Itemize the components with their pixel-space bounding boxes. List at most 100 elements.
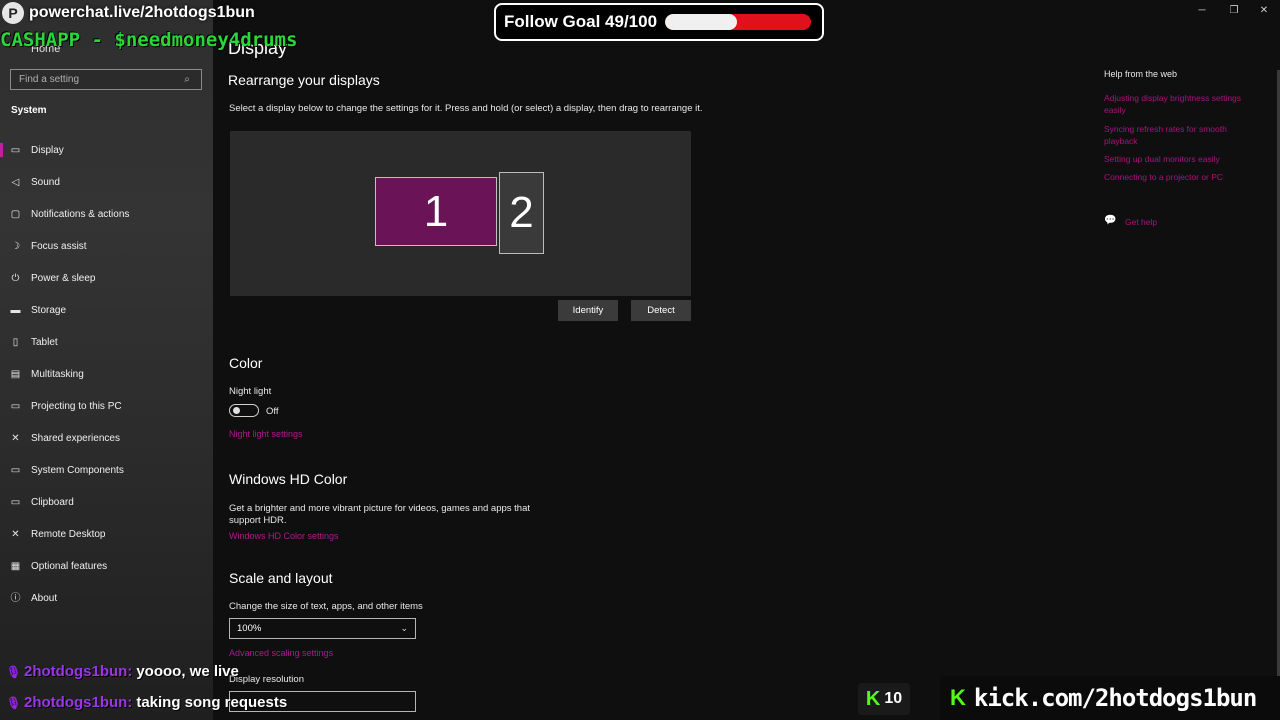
help-link-brightness[interactable]: Adjusting display brightness settings ea… xyxy=(1104,92,1256,116)
chat-bubble-icon: 💬 xyxy=(1104,215,1117,226)
chat-message: 🎙 2hotdogs1bun: taking song requests xyxy=(6,694,287,711)
help-link-text[interactable]: playback xyxy=(1104,136,1138,146)
color-title: Color xyxy=(229,355,263,371)
kick-viewer-count: K 10 xyxy=(858,683,910,715)
sidebar-item-remote-desktop[interactable]: ✕ Remote Desktop xyxy=(0,518,213,550)
sidebar-item-multitasking[interactable]: ▤ Multitasking xyxy=(0,358,213,390)
follow-goal-widget: Follow Goal 49/100 xyxy=(494,3,824,41)
notification-icon: ▢ xyxy=(10,208,21,220)
kick-url-banner: K kick.com/2hotdogs1bun xyxy=(940,676,1280,720)
sidebar-item-label: Remote Desktop xyxy=(31,528,106,540)
help-link-text[interactable]: easily xyxy=(1104,105,1126,115)
sidebar-item-system-components[interactable]: ▭ System Components xyxy=(0,454,213,486)
power-icon: ⏻ xyxy=(11,272,20,284)
chat-text: yoooo, we live xyxy=(136,663,239,680)
sidebar-item-focus-assist[interactable]: ☽ Focus assist xyxy=(0,230,213,262)
detect-button[interactable]: Detect xyxy=(631,300,691,321)
sidebar-item-about[interactable]: ⓘ About xyxy=(0,582,213,614)
sidebar-item-storage[interactable]: ▬ Storage xyxy=(0,294,213,326)
sidebar-item-power-sleep[interactable]: ⏻ Power & sleep xyxy=(0,262,213,294)
sidebar-item-projecting-to-this-pc[interactable]: ▭ Projecting to this PC xyxy=(0,390,213,422)
night-light-settings-link[interactable]: Night light settings xyxy=(229,429,303,439)
search-input[interactable]: Find a setting xyxy=(19,74,181,85)
sidebar-item-label: Focus assist xyxy=(31,240,87,252)
sidebar-item-sound[interactable]: ◁ Sound xyxy=(0,166,213,198)
chat-message: 🎙 2hotdogs1bun: yoooo, we live xyxy=(6,663,239,680)
kick-logo-icon: K xyxy=(950,685,966,710)
chat-username: 2hotdogs1bun: xyxy=(24,663,133,680)
sidebar-item-label: Multitasking xyxy=(31,368,84,380)
resolution-label: Display resolution xyxy=(229,674,304,685)
rearrange-description: Select a display below to change the set… xyxy=(229,103,703,114)
features-icon: ▦ xyxy=(10,560,21,572)
powerchat-logo-icon: P xyxy=(2,2,24,24)
sidebar-item-label: Clipboard xyxy=(31,496,74,508)
section-title: System xyxy=(11,105,47,116)
sidebar-item-label: Projecting to this PC xyxy=(31,400,122,412)
rearrange-title: Rearrange your displays xyxy=(228,72,380,88)
sidebar-item-label: Shared experiences xyxy=(31,432,120,444)
components-icon: ▭ xyxy=(10,464,21,476)
monitor-1[interactable]: 1 xyxy=(375,177,497,246)
search-box[interactable]: Find a setting ⌕ xyxy=(10,69,202,90)
microphone-icon: 🎙 xyxy=(6,664,22,679)
kick-url: kick.com/2hotdogs1bun xyxy=(973,684,1257,712)
advanced-scaling-link[interactable]: Advanced scaling settings xyxy=(229,648,333,658)
follow-goal-bar xyxy=(665,14,812,30)
microphone-icon: 🎙 xyxy=(6,695,22,710)
sidebar-item-shared-experiences[interactable]: ✕ Shared experiences xyxy=(0,422,213,454)
sidebar-item-label: Display xyxy=(31,144,64,156)
settings-sidebar: Home Find a setting ⌕ System ▭ Display ◁ So… xyxy=(0,0,213,720)
close-icon[interactable]: ✕ xyxy=(1254,5,1274,16)
scale-dropdown[interactable]: 100% ⌄ xyxy=(229,618,416,639)
speaker-icon: ◁ xyxy=(11,176,20,188)
sidebar-item-display[interactable]: ▭ Display xyxy=(0,134,213,166)
chevron-down-icon: ⌄ xyxy=(400,623,408,633)
monitor-2[interactable]: 2 xyxy=(499,172,544,254)
help-link-dual-monitors[interactable]: Setting up dual monitors easily xyxy=(1104,153,1256,165)
chat-text: taking song requests xyxy=(136,694,288,711)
hdr-description-line2: support HDR. xyxy=(229,515,287,526)
night-light-toggle[interactable] xyxy=(229,404,259,417)
identify-button[interactable]: Identify xyxy=(558,300,618,321)
night-light-state: Off xyxy=(266,406,279,417)
storage-icon: ▬ xyxy=(10,304,21,316)
powerchat-url: powerchat.live/2hotdogs1bun xyxy=(29,4,255,21)
main-content: Display Rearrange your displays Select a… xyxy=(213,0,1093,720)
restore-icon[interactable]: ❐ xyxy=(1224,5,1244,16)
search-icon[interactable]: ⌕ xyxy=(181,74,193,86)
follow-goal-text: Follow Goal 49/100 xyxy=(504,12,658,31)
minimize-icon[interactable]: ─ xyxy=(1192,5,1212,16)
moon-icon: ☽ xyxy=(11,240,20,252)
help-link-text[interactable]: Adjusting display brightness settings xyxy=(1104,93,1241,103)
sidebar-item-clipboard[interactable]: ▭ Clipboard xyxy=(0,486,213,518)
tablet-icon: ▯ xyxy=(12,336,19,348)
help-link-text[interactable]: Syncing refresh rates for smooth xyxy=(1104,124,1227,134)
viewer-count: 10 xyxy=(884,690,903,707)
hdr-settings-link[interactable]: Windows HD Color settings xyxy=(229,531,339,541)
sidebar-item-notifications-actions[interactable]: ▢ Notifications & actions xyxy=(0,198,213,230)
clipboard-icon: ▭ xyxy=(10,496,21,508)
help-link-projector[interactable]: Connecting to a projector or PC xyxy=(1104,171,1256,183)
info-icon: ⓘ xyxy=(10,592,21,604)
scale-label: Change the size of text, apps, and other… xyxy=(229,601,423,612)
help-link-refresh[interactable]: Syncing refresh rates for smooth playbac… xyxy=(1104,123,1256,147)
get-help-link[interactable]: Get help xyxy=(1125,217,1157,227)
hdr-title: Windows HD Color xyxy=(229,471,348,487)
scale-title: Scale and layout xyxy=(229,570,333,586)
sidebar-nav: ▭ Display ◁ Sound ▢ Notifications & actions ☽ F… xyxy=(0,134,213,614)
powerchat-overlay: P powerchat.live/2hotdogs1bun xyxy=(2,2,255,24)
sidebar-item-label: Optional features xyxy=(31,560,108,572)
sidebar-item-label: About xyxy=(31,592,58,604)
multitasking-icon: ▤ xyxy=(10,368,21,380)
sidebar-item-optional-features[interactable]: ▦ Optional features xyxy=(0,550,213,582)
sidebar-item-label: Tablet xyxy=(31,336,58,348)
night-light-label: Night light xyxy=(229,386,272,397)
remote-icon: ✕ xyxy=(11,528,20,540)
hdr-description-line1: Get a brighter and more vibrant picture … xyxy=(229,503,530,514)
follow-goal-fill xyxy=(665,14,737,30)
display-arrangement-area[interactable]: 1 2 xyxy=(230,131,691,296)
sidebar-item-tablet[interactable]: ▯ Tablet xyxy=(0,326,213,358)
projector-icon: ▭ xyxy=(10,400,21,412)
sidebar-item-label: System Components xyxy=(31,464,124,476)
